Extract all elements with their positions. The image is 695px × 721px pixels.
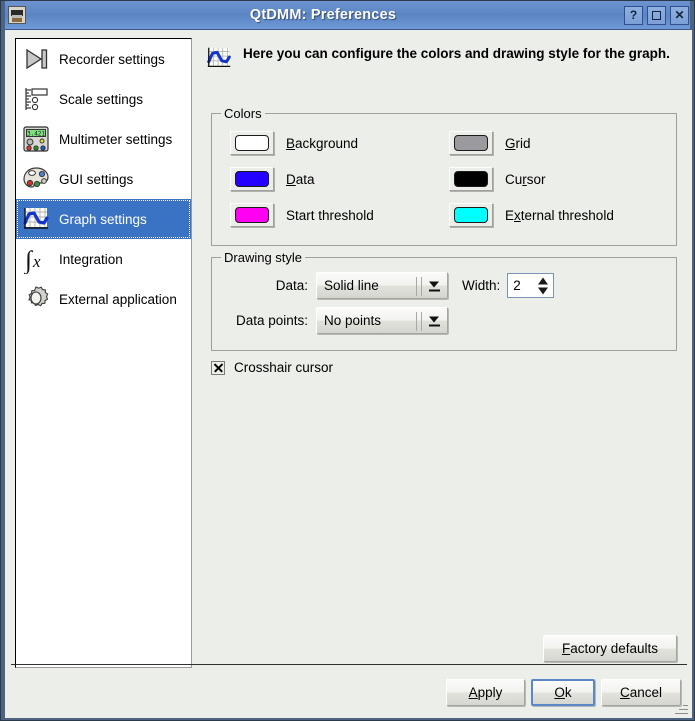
combo-grip (416, 277, 422, 296)
sidebar-item-integration[interactable]: ∫ x Integration (16, 239, 191, 279)
cursor-color-button[interactable] (449, 167, 493, 191)
scale-icon (21, 84, 51, 114)
apply-button[interactable]: Apply (446, 679, 525, 706)
data-points-value: No points (324, 313, 382, 328)
width-value: 2 (513, 278, 521, 293)
dialog-button-bar: Apply Ok Cancel (5, 664, 692, 718)
svg-text:∫: ∫ (23, 247, 33, 274)
sidebar-item-label: Multimeter settings (59, 131, 173, 147)
multimeter-icon: 3.421 (21, 124, 51, 154)
sidebar-item-label: Integration (59, 251, 123, 267)
external-threshold-color-swatch (454, 207, 488, 223)
sidebar-item-scale-settings[interactable]: Scale settings (16, 79, 191, 119)
divider (11, 664, 687, 665)
grid-color-row: Grid (449, 131, 531, 155)
crosshair-cursor-label: Crosshair cursor (234, 360, 334, 375)
graph-icon (21, 204, 51, 234)
close-icon[interactable]: ✕ (670, 5, 689, 25)
start-threshold-color-row: Start threshold (230, 203, 374, 227)
resize-grip[interactable] (674, 701, 688, 715)
data-style-row: Data: Solid line Width: 2 (212, 272, 672, 299)
ok-button[interactable]: Ok (531, 679, 595, 706)
factory-defaults-button[interactable]: Factory defaults (543, 635, 677, 662)
drawing-style-group-title: Drawing style (221, 250, 306, 265)
width-stepper[interactable]: 2 (507, 273, 555, 298)
external-threshold-color-row: External threshold (449, 203, 614, 227)
start-threshold-color-swatch (235, 207, 269, 223)
data-style-label: Data: (275, 278, 308, 293)
start-threshold-color-button[interactable] (230, 203, 274, 227)
drawing-style-group: Drawing style Data: Solid line Width: 2 (211, 250, 677, 351)
grid-color-label: Grid (505, 135, 531, 151)
data-points-combobox[interactable]: No points (316, 307, 448, 334)
crosshair-cursor-checkbox[interactable] (211, 360, 225, 375)
sidebar-item-multimeter-settings[interactable]: 3.421 Multimeter settings (16, 119, 191, 159)
maximize-icon[interactable] (647, 5, 666, 25)
grid-color-swatch (454, 135, 488, 151)
cursor-color-swatch (454, 171, 488, 187)
chevron-down-icon (429, 315, 440, 326)
grid-color-button[interactable] (449, 131, 493, 155)
app-icon (8, 6, 26, 24)
cancel-button[interactable]: Cancel (601, 679, 681, 706)
cursor-color-label: Cursor (505, 171, 546, 187)
window-controls: ? ✕ (624, 5, 691, 25)
colors-group: Colors Background Data Start threshold G… (211, 106, 677, 246)
apply-label: Apply (468, 685, 503, 700)
factory-defaults-label: Factory defaults (561, 641, 659, 656)
sidebar-item-recorder-settings[interactable]: Recorder settings (16, 39, 191, 79)
sidebar-item-external-application[interactable]: External application (16, 279, 191, 319)
integral-icon: ∫ x (21, 244, 51, 275)
external-threshold-color-label: External threshold (505, 207, 614, 223)
pane-description: Here you can configure the colors and dr… (243, 46, 670, 61)
preferences-window: QtDMM: Preferences ? ✕ Recorder settings (0, 0, 695, 721)
sidebar-item-label: Recorder settings (59, 51, 165, 67)
graph-icon (205, 44, 233, 72)
stepper-arrows-icon[interactable] (538, 277, 549, 294)
title-bar: QtDMM: Preferences ? ✕ (1, 1, 694, 30)
data-color-swatch (235, 171, 269, 187)
data-style-combobox[interactable]: Solid line (316, 272, 448, 299)
data-style-value: Solid line (324, 278, 379, 293)
cancel-label: Cancel (619, 685, 663, 700)
data-color-label: Data (286, 171, 315, 187)
background-color-swatch (235, 135, 269, 151)
settings-pane: Here you can configure the colors and dr… (199, 38, 683, 668)
svg-text:3.421: 3.421 (27, 130, 45, 137)
sidebar-item-label: External application (59, 291, 177, 307)
settings-category-list[interactable]: Recorder settings Scale settings 3.421 M… (15, 38, 192, 668)
help-icon[interactable]: ? (624, 5, 643, 25)
window-title: QtDMM: Preferences (249, 7, 397, 23)
colors-group-title: Colors (221, 106, 265, 121)
chevron-down-icon (429, 280, 440, 291)
data-points-row: Data points: No points (212, 307, 672, 334)
sidebar-item-graph-settings[interactable]: Graph settings (16, 199, 191, 239)
data-points-label: Data points: (235, 313, 308, 328)
cursor-color-row: Cursor (449, 167, 546, 191)
start-threshold-color-label: Start threshold (286, 207, 374, 223)
sidebar-item-label: GUI settings (59, 171, 134, 187)
svg-text:x: x (32, 252, 41, 271)
ok-label: Ok (554, 685, 572, 700)
data-color-button[interactable] (230, 167, 274, 191)
background-color-button[interactable] (230, 131, 274, 155)
pane-header: Here you can configure the colors and dr… (199, 38, 683, 72)
sidebar-item-label: Graph settings (59, 211, 147, 227)
data-color-row: Data (230, 167, 315, 191)
width-label: Width: (462, 278, 501, 293)
crosshair-cursor-row[interactable]: Crosshair cursor (211, 360, 333, 375)
recorder-icon (21, 44, 51, 74)
external-threshold-color-button[interactable] (449, 203, 493, 227)
background-color-label: Background (286, 135, 359, 151)
sidebar-item-gui-settings[interactable]: GUI settings (16, 159, 191, 199)
gear-icon (21, 284, 51, 314)
combo-grip (416, 312, 422, 331)
background-color-row: Background (230, 131, 358, 155)
client-area: Recorder settings Scale settings 3.421 M… (5, 30, 692, 718)
sidebar-item-label: Scale settings (59, 91, 144, 107)
palette-icon (21, 164, 51, 194)
